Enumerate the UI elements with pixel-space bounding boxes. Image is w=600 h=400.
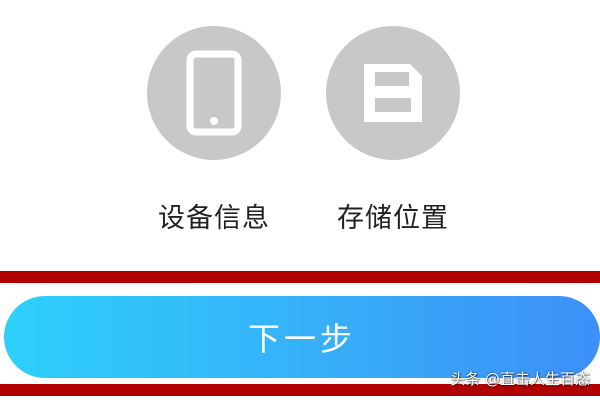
next-step-label: 下一步 — [247, 321, 356, 357]
storage-location-label: 存储位置 — [337, 203, 449, 234]
floppy-disk-icon — [364, 64, 422, 122]
device-info-option[interactable]: 设备信息 — [134, 26, 294, 235]
watermark: 头条 @直击人生百态 — [450, 370, 590, 388]
storage-location-icon-circle — [326, 26, 460, 160]
storage-location-option[interactable]: 存储位置 — [313, 26, 473, 235]
highlight-line-top — [0, 271, 600, 283]
phone-icon — [186, 50, 242, 136]
device-info-label: 设备信息 — [158, 203, 270, 234]
next-step-button[interactable]: 下一步 — [4, 296, 600, 378]
device-info-icon-circle — [147, 26, 281, 160]
